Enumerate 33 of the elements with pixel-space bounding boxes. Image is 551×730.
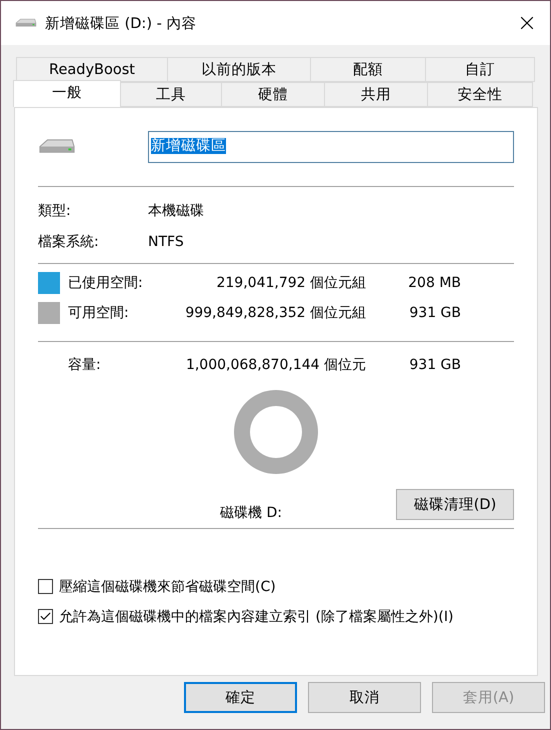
tab[interactable]: 工具 bbox=[120, 82, 222, 107]
tab[interactable]: 自訂 bbox=[425, 57, 535, 82]
space-label: 已使用空間: bbox=[68, 274, 144, 292]
drive-label: 磁碟機 D: bbox=[220, 504, 282, 522]
name-field[interactable]: 新增磁碟區 bbox=[148, 131, 514, 163]
tab[interactable]: 硬體 bbox=[221, 82, 325, 107]
dialog-button[interactable]: 取消 bbox=[308, 682, 421, 713]
capacity-label: 容量: bbox=[68, 356, 102, 374]
disk-cleanup-button[interactable]: 磁碟清理(D) bbox=[396, 489, 514, 520]
tab[interactable]: 共用 bbox=[324, 82, 428, 107]
size-value: 208 MB bbox=[407, 275, 461, 291]
tab[interactable]: 安全性 bbox=[427, 82, 533, 107]
checkbox-label: 允許為這個磁碟機中的檔案內容建立索引 (除了檔案屬性之外)(I) bbox=[59, 608, 454, 626]
tab[interactable]: ReadyBoost bbox=[16, 57, 168, 82]
byte-count: 1,000,068,870,144 個位元 bbox=[184, 356, 366, 374]
info-label: 類型: bbox=[38, 202, 72, 220]
checkbox-label: 壓縮這個磁碟機來節省磁碟空間(C) bbox=[59, 578, 276, 596]
checkbox[interactable] bbox=[38, 609, 53, 624]
info-label: 檔案系統: bbox=[38, 232, 100, 250]
tab[interactable]: 一般 bbox=[13, 80, 121, 107]
size-value: 931 GB bbox=[408, 305, 461, 321]
byte-count: 219,041,792 個位元組 bbox=[215, 274, 366, 292]
dialog-button[interactable]: 確定 bbox=[184, 682, 297, 713]
info-value: 本機磁碟 bbox=[148, 202, 205, 220]
info-value: NTFS bbox=[148, 234, 185, 250]
byte-count: 999,849,828,352 個位元組 bbox=[184, 304, 366, 322]
checkbox[interactable] bbox=[38, 579, 53, 594]
tab[interactable]: 配額 bbox=[310, 57, 426, 82]
drive-icon bbox=[15, 18, 37, 28]
tab[interactable]: 以前的版本 bbox=[167, 57, 311, 82]
window-title: 新增磁碟區 (D:) - 內容 bbox=[45, 14, 198, 32]
space-label: 可用空間: bbox=[68, 304, 130, 322]
size-value: 931 GB bbox=[408, 357, 461, 373]
